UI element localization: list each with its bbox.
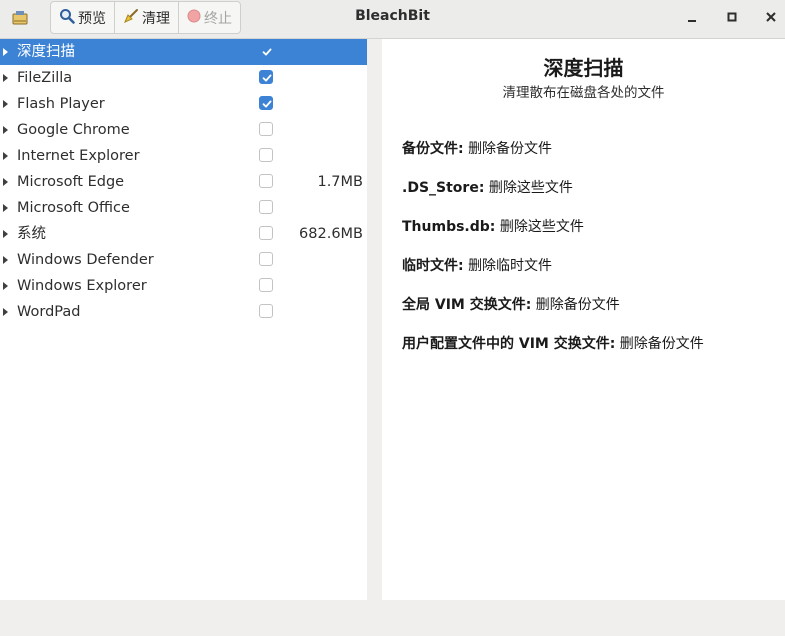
expander-arrow-icon[interactable] — [3, 74, 8, 82]
detail-title: 深度扫描 — [543, 56, 624, 80]
cleaner-label: Windows Explorer — [17, 278, 147, 294]
expander-arrow-icon[interactable] — [3, 256, 8, 264]
option-description: 删除备份文件 — [535, 297, 620, 313]
cleaner-label: Microsoft Office — [17, 200, 130, 216]
cleaner-label: 系统 — [17, 226, 46, 242]
cleaner-row[interactable]: Microsoft Edge 1.7MB — [0, 169, 367, 195]
cleaner-checkbox[interactable] — [259, 174, 273, 188]
cleaner-row[interactable]: 系统 682.6MB — [0, 221, 367, 247]
maximize-icon — [727, 12, 737, 22]
preview-button-label: 预览 — [78, 10, 106, 27]
cleaner-checkbox[interactable] — [259, 70, 273, 84]
cleaner-row[interactable]: Internet Explorer — [0, 143, 367, 169]
cleaner-row[interactable]: Windows Defender — [0, 247, 367, 273]
option-description: 删除这些文件 — [499, 219, 584, 235]
expander-arrow-icon[interactable] — [3, 282, 8, 290]
cleaner-checkbox[interactable] — [259, 148, 273, 162]
cleaner-label: Google Chrome — [17, 122, 130, 138]
clean-button-label: 清理 — [142, 10, 170, 27]
cleaner-row[interactable]: Google Chrome — [0, 117, 367, 143]
cleaner-checkbox[interactable] — [259, 278, 273, 292]
toolbar: 预览 清理 终止 — [50, 1, 241, 34]
cleaner-checkbox[interactable] — [259, 304, 273, 318]
minimize-button[interactable] — [683, 8, 701, 26]
expander-arrow-icon[interactable] — [3, 126, 8, 134]
expander-arrow-icon[interactable] — [3, 178, 8, 186]
expander-arrow-icon[interactable] — [3, 152, 8, 160]
option-name: .DS_Store: — [402, 180, 485, 196]
cleaner-tree[interactable]: 深度扫描 FileZilla Flash Player Google Chrome In… — [0, 39, 367, 600]
stop-icon — [187, 9, 201, 27]
expander-arrow-icon[interactable] — [3, 204, 8, 212]
cleaner-row[interactable]: WordPad — [0, 299, 367, 325]
cleaner-checkbox[interactable] — [259, 96, 273, 110]
option-description: 删除备份文件 — [468, 141, 553, 157]
option-line: .DS_Store: 删除这些文件 — [402, 177, 573, 197]
option-line: 备份文件: 删除备份文件 — [402, 138, 552, 158]
option-description: 删除备份文件 — [619, 336, 704, 352]
clean-button[interactable]: 清理 — [115, 2, 179, 33]
close-icon — [766, 12, 776, 22]
checkmark-icon — [262, 100, 272, 108]
cleaner-checkbox[interactable] — [259, 200, 273, 214]
cleaner-checkbox[interactable] — [259, 122, 273, 136]
expander-arrow-icon[interactable] — [3, 308, 8, 316]
cleaner-size: 682.6MB — [299, 226, 363, 242]
title-bar: 预览 清理 终止 BleachBit — [0, 0, 785, 39]
cleaner-label: Microsoft Edge — [17, 174, 125, 190]
close-button[interactable] — [762, 8, 780, 26]
option-line: 用户配置文件中的 VIM 交换文件: 删除备份文件 — [402, 333, 704, 353]
cleaner-checkbox[interactable] — [259, 44, 273, 58]
cleaner-checkbox[interactable] — [259, 252, 273, 266]
cleaner-label: Flash Player — [17, 96, 105, 112]
option-name: Thumbs.db: — [402, 219, 496, 235]
cleaner-label: WordPad — [17, 304, 81, 320]
option-line: Thumbs.db: 删除这些文件 — [402, 216, 584, 236]
cleaner-row[interactable]: 深度扫描 — [0, 39, 367, 65]
option-line: 临时文件: 删除临时文件 — [402, 255, 552, 275]
cleaner-row[interactable]: Windows Explorer — [0, 273, 367, 299]
detail-pane: 深度扫描 清理散布在磁盘各处的文件 备份文件: 删除备份文件 .DS_Store:… — [382, 39, 785, 600]
checkmark-icon — [262, 48, 272, 56]
expander-arrow-icon[interactable] — [3, 48, 8, 56]
cleaner-row[interactable]: Microsoft Office — [0, 195, 367, 221]
option-name: 备份文件: — [402, 141, 464, 157]
option-name: 临时文件: — [402, 258, 464, 274]
stop-button-label: 终止 — [204, 10, 232, 27]
magnifier-icon — [59, 8, 75, 28]
detail-subtitle: 清理散布在磁盘各处的文件 — [502, 85, 665, 101]
checkmark-icon — [262, 74, 272, 82]
maximize-button[interactable] — [723, 8, 741, 26]
broom-icon — [123, 8, 139, 28]
cleaner-label: Internet Explorer — [17, 148, 140, 164]
cleaner-row[interactable]: Flash Player — [0, 91, 367, 117]
option-name: 用户配置文件中的 VIM 交换文件: — [402, 336, 616, 352]
cleaner-label: 深度扫描 — [17, 44, 75, 60]
cleaner-checkbox[interactable] — [259, 226, 273, 240]
cleaner-size: 1.7MB — [317, 174, 363, 190]
option-line: 全局 VIM 交换文件: 删除备份文件 — [402, 294, 620, 314]
expander-arrow-icon[interactable] — [3, 230, 8, 238]
cleaner-row[interactable]: FileZilla — [0, 65, 367, 91]
cleaner-label: FileZilla — [17, 70, 73, 86]
expander-arrow-icon[interactable] — [3, 100, 8, 108]
option-name: 全局 VIM 交换文件: — [402, 297, 532, 313]
cleaner-label: Windows Defender — [17, 252, 154, 268]
option-description: 删除临时文件 — [468, 258, 553, 274]
stop-button[interactable]: 终止 — [179, 2, 240, 33]
bleachbit-app-icon[interactable] — [10, 8, 30, 28]
minimize-icon — [688, 20, 696, 22]
preview-button[interactable]: 预览 — [51, 2, 115, 33]
option-description: 删除这些文件 — [488, 180, 573, 196]
